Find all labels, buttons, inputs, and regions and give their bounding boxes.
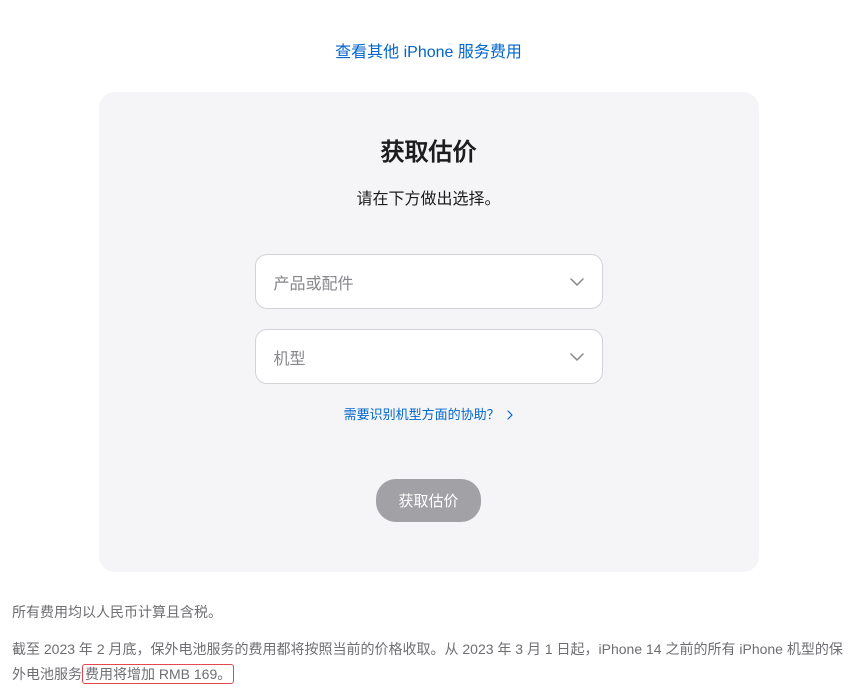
chevron-down-icon bbox=[570, 353, 584, 361]
footer-line-2: 截至 2023 年 2 月底，保外电池服务的费用都将按照当前的价格收取。从 20… bbox=[12, 637, 845, 687]
product-select[interactable]: 产品或配件 bbox=[255, 254, 603, 309]
model-select-wrapper: 机型 bbox=[255, 329, 603, 384]
top-link-container: 查看其他 iPhone 服务费用 bbox=[0, 0, 857, 92]
identify-model-help-link[interactable]: 需要识别机型方面的协助？ bbox=[344, 407, 514, 422]
card-subtitle: 请在下方做出选择。 bbox=[139, 185, 719, 209]
card-title: 获取估价 bbox=[139, 132, 719, 167]
footer-line-1: 所有费用均以人民币计算且含税。 bbox=[12, 600, 845, 625]
product-select-placeholder: 产品或配件 bbox=[274, 270, 354, 294]
chevron-down-icon bbox=[570, 278, 584, 286]
model-select-placeholder: 机型 bbox=[274, 345, 306, 369]
chevron-right-icon bbox=[507, 408, 513, 423]
help-link-label: 需要识别机型方面的协助？ bbox=[344, 407, 500, 422]
footer-text: 所有费用均以人民币计算且含税。 截至 2023 年 2 月底，保外电池服务的费用… bbox=[0, 572, 857, 688]
price-increase-highlight: 费用将增加 RMB 169。 bbox=[82, 664, 234, 684]
estimate-card: 获取估价 请在下方做出选择。 产品或配件 机型 需要识别机型方面的协助？ bbox=[99, 92, 759, 572]
model-select[interactable]: 机型 bbox=[255, 329, 603, 384]
other-services-link[interactable]: 查看其他 iPhone 服务费用 bbox=[335, 44, 522, 61]
get-estimate-button[interactable]: 获取估价 bbox=[376, 479, 480, 522]
product-select-wrapper: 产品或配件 bbox=[255, 254, 603, 309]
help-link-container: 需要识别机型方面的协助？ bbox=[139, 404, 719, 424]
